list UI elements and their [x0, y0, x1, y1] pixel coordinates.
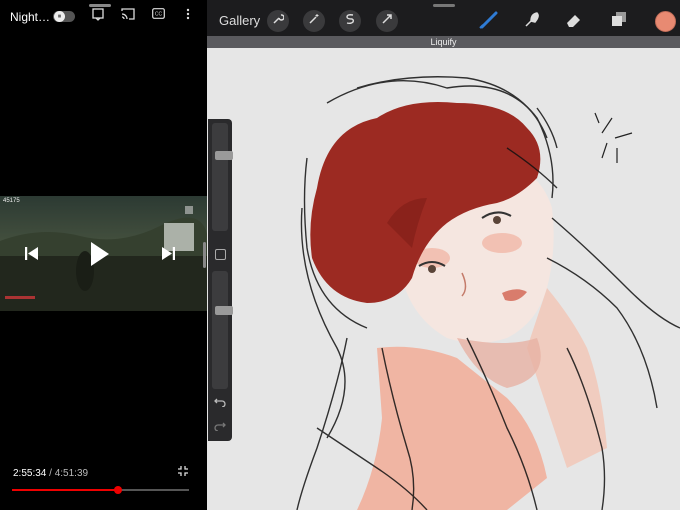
canvas-artwork[interactable]: [207, 48, 680, 510]
undo-icon[interactable]: [214, 397, 226, 410]
gallery-button[interactable]: Gallery: [219, 13, 260, 28]
captions-label: CC: [155, 12, 163, 18]
previous-icon[interactable]: [25, 247, 39, 265]
autoplay-toggle[interactable]: ⏸: [53, 11, 75, 22]
modify-button[interactable]: [215, 249, 226, 260]
pause-icon: ⏸: [54, 11, 65, 22]
magic-wand-icon[interactable]: [303, 10, 325, 32]
progress-thumb[interactable]: [114, 486, 123, 494]
transform-icon[interactable]: [376, 10, 398, 32]
video-progress-bar[interactable]: [12, 486, 189, 494]
selection-icon[interactable]: [339, 10, 361, 32]
opacity-slider[interactable]: [212, 271, 233, 389]
cast-icon[interactable]: [121, 8, 135, 23]
time-total: 4:51:39: [54, 468, 89, 479]
next-icon[interactable]: [161, 247, 175, 265]
video-counter: 45175: [3, 198, 20, 204]
save-icon[interactable]: [92, 8, 104, 24]
smudge-icon[interactable]: [523, 11, 541, 34]
play-icon[interactable]: [90, 242, 110, 271]
app-drag-handle[interactable]: [433, 4, 455, 7]
split-view-divider[interactable]: [203, 242, 206, 268]
redo-icon[interactable]: [214, 421, 226, 434]
time-current: 2:55:34: [13, 468, 47, 479]
more-icon[interactable]: [186, 8, 190, 23]
wrench-icon[interactable]: [267, 10, 289, 32]
video-title[interactable]: Night…: [10, 10, 50, 24]
brush-size-slider[interactable]: [212, 123, 233, 231]
brush-sidebar: [208, 119, 233, 441]
opacity-thumb[interactable]: [215, 306, 233, 316]
brush-icon[interactable]: [479, 11, 499, 34]
color-picker-swatch[interactable]: [655, 11, 676, 32]
time-separator: /: [46, 468, 55, 479]
video-top-bar: Night… ⏸ CC: [0, 0, 207, 34]
fullscreen-exit-icon[interactable]: [178, 466, 188, 479]
procreate-toolbar: Gallery: [207, 0, 680, 36]
brush-size-thumb[interactable]: [215, 150, 233, 160]
time-display: 2:55:34 / 4:51:39: [13, 468, 88, 479]
procreate-app: Gallery Liquify: [207, 0, 680, 510]
youtube-panel: Night… ⏸ CC 45175 2:55:34 / 4:51:39: [0, 0, 207, 510]
eraser-icon[interactable]: [565, 11, 583, 34]
video-player[interactable]: 45175: [0, 196, 207, 311]
progress-fill: [12, 489, 119, 491]
captions-icon[interactable]: CC: [152, 8, 165, 22]
liquify-mode-banner: Liquify: [207, 36, 680, 48]
drag-handle[interactable]: [89, 4, 111, 7]
layers-icon[interactable]: [611, 11, 627, 32]
